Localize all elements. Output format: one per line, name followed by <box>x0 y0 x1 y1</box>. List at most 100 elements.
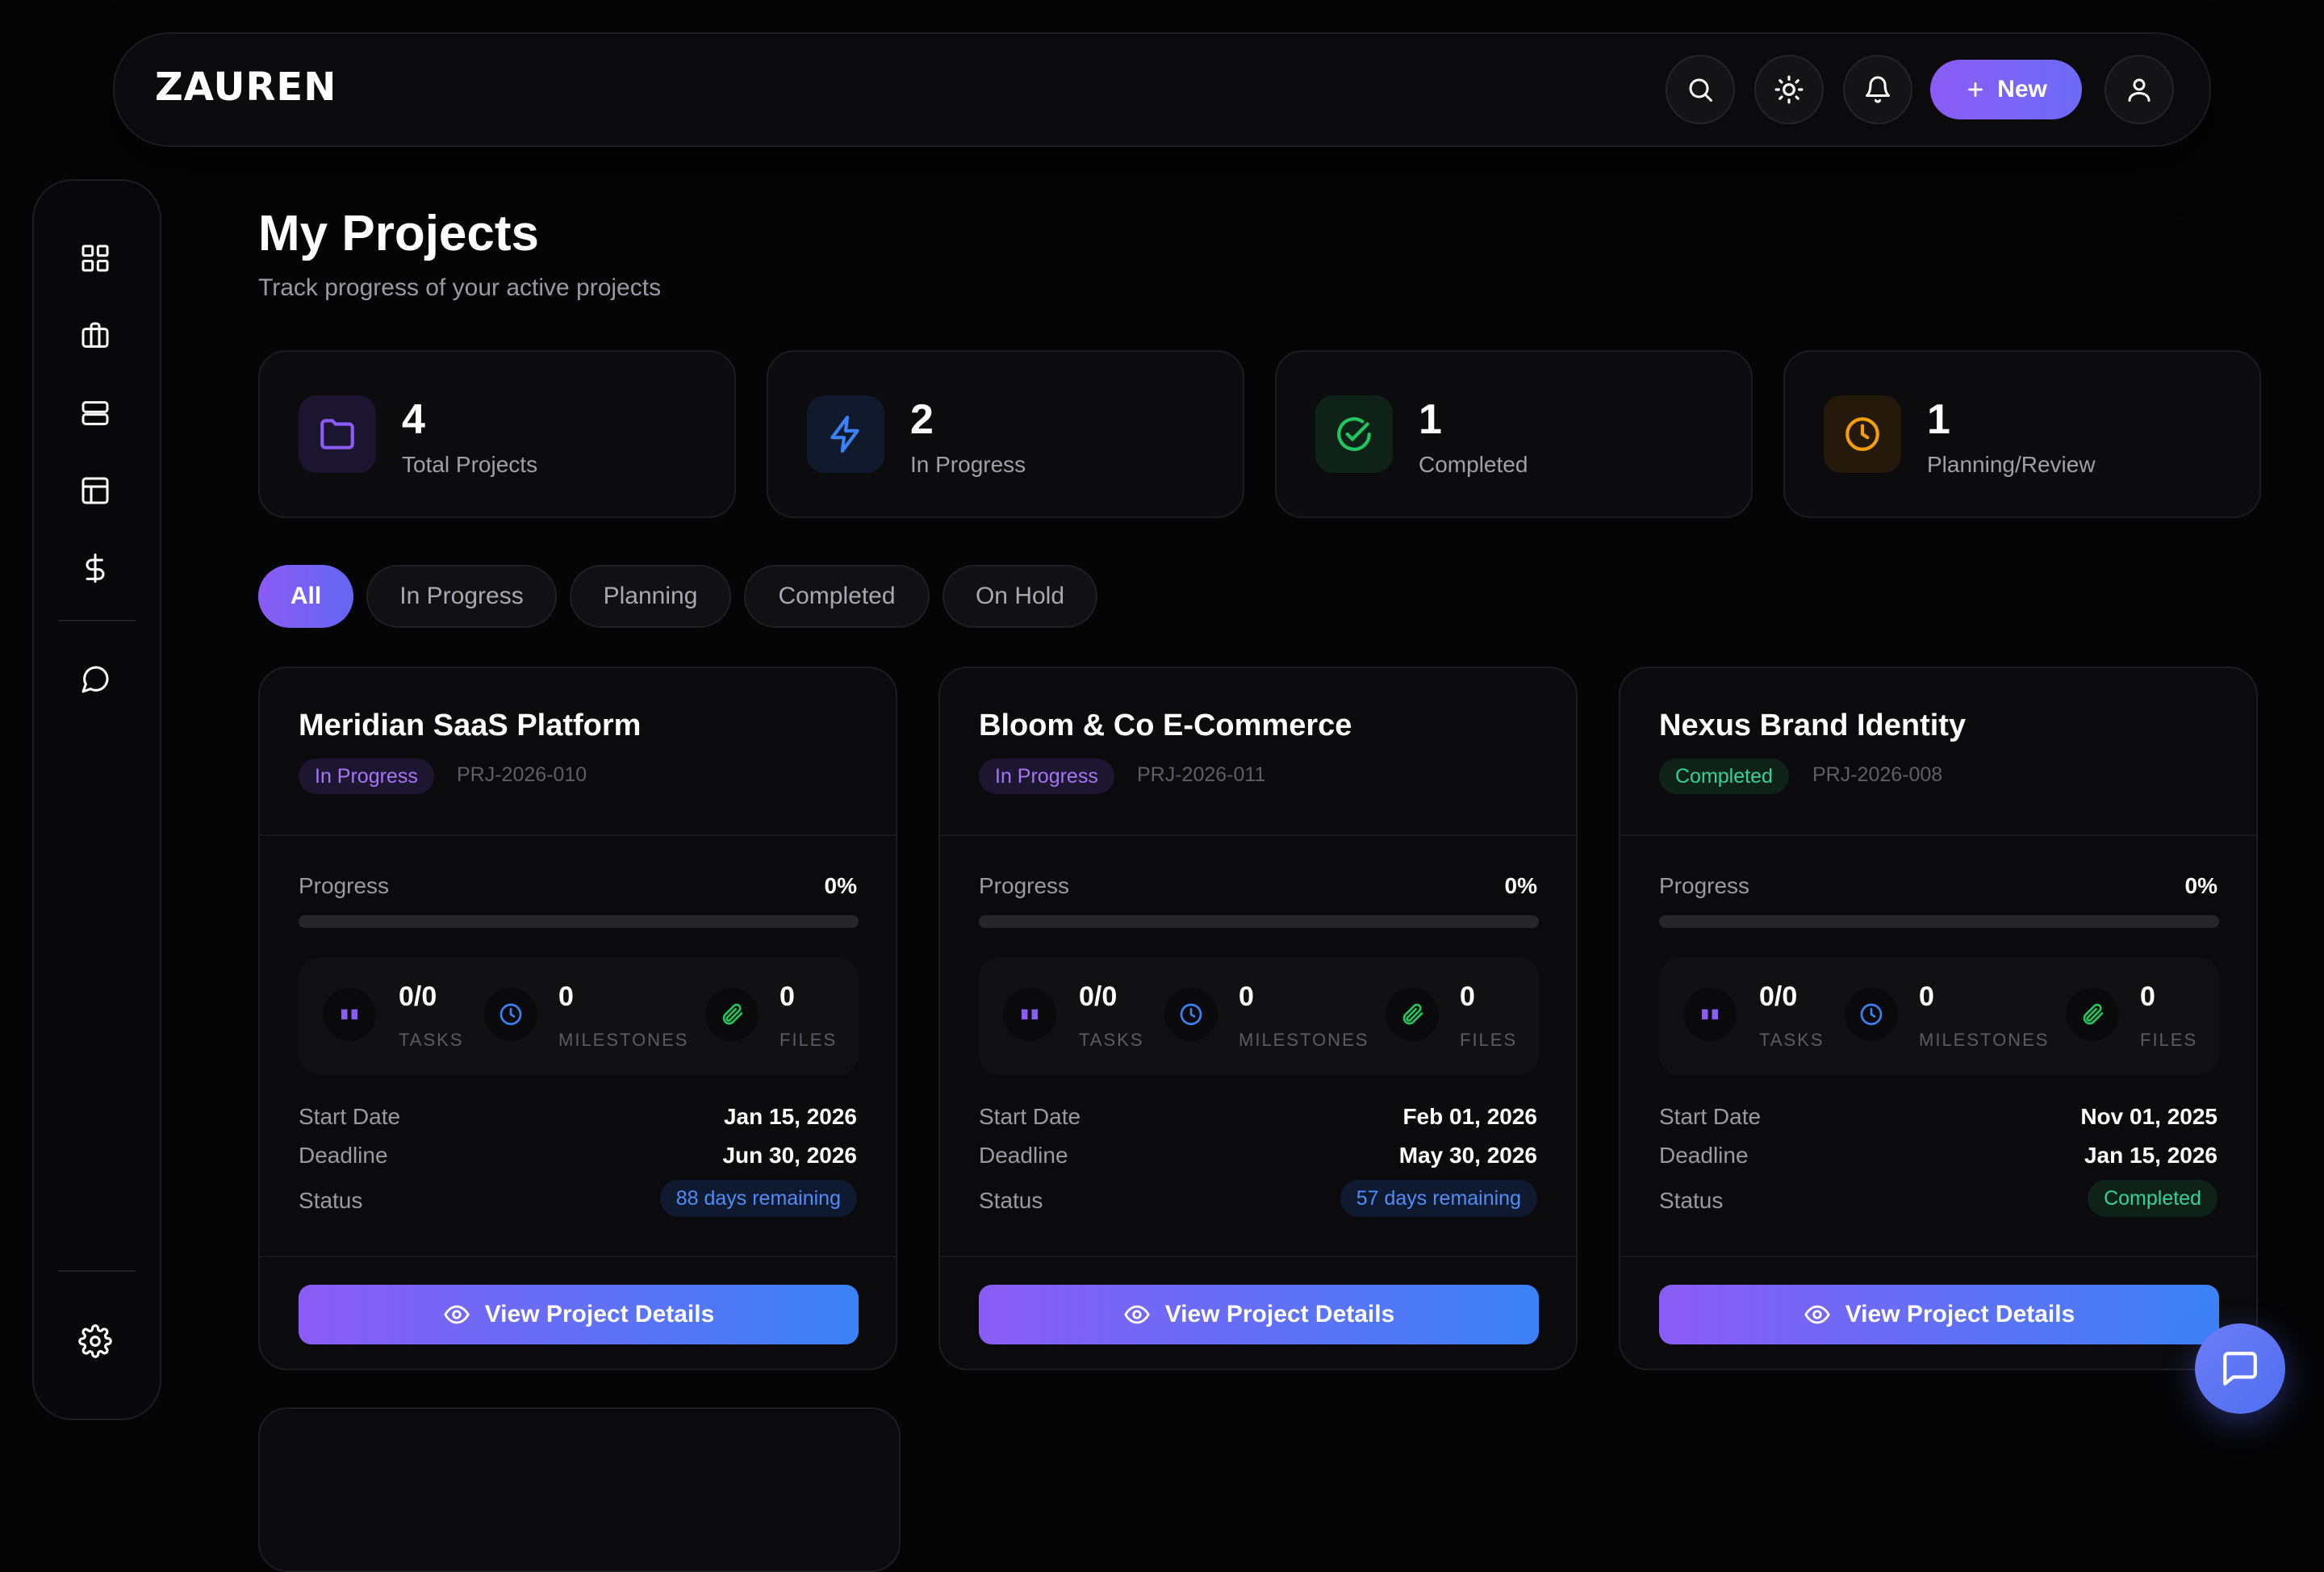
briefcase-icon <box>82 322 109 348</box>
layout-icon <box>82 477 109 504</box>
stat-label: Planning/Review <box>1927 452 2096 477</box>
notifications-button[interactable] <box>1843 55 1912 124</box>
stat-label: Completed <box>1419 452 1528 477</box>
profile-button[interactable] <box>2105 55 2174 124</box>
stat-card-in-progress: 2 In Progress <box>767 350 1244 518</box>
progress-label: Progress <box>1659 873 1750 898</box>
deadline-value: Jan 15, 2026 <box>2084 1143 2217 1168</box>
filter-on-hold[interactable]: On Hold <box>943 565 1097 628</box>
filter-in-progress[interactable]: In Progress <box>366 565 557 628</box>
sidebar-item-messages[interactable] <box>73 657 118 702</box>
start-date-label: Start Date <box>299 1104 401 1129</box>
eye-icon <box>1123 1305 1150 1324</box>
milestones-icon-wrap <box>484 988 537 1041</box>
project-card-partial <box>258 1407 901 1572</box>
project-metrics: 0/0 TASKS 0 MILESTONES 0 FILES <box>299 957 859 1075</box>
sidebar-item-dashboard[interactable] <box>73 236 118 281</box>
tasks-icon-wrap <box>1683 988 1737 1041</box>
days-remaining-badge: 57 days remaining <box>1340 1180 1537 1217</box>
tasks-value: 0/0 <box>1079 981 1118 1012</box>
sidebar-divider <box>58 1270 136 1272</box>
deadline-label: Deadline <box>1659 1143 1749 1168</box>
search-icon <box>1689 78 1712 102</box>
files-icon-wrap <box>1386 988 1439 1041</box>
tasks-icon <box>1702 1009 1718 1020</box>
stat-icon-wrap <box>807 395 884 473</box>
completed-status-badge: Completed <box>2088 1180 2217 1217</box>
start-date-value: Jan 15, 2026 <box>723 1104 857 1129</box>
progress-bar <box>299 915 859 928</box>
status-label: Status <box>979 1188 1043 1213</box>
milestones-label: MILESTONES <box>1239 1030 1369 1050</box>
sidebar-item-settings[interactable] <box>73 1319 118 1364</box>
search-button[interactable] <box>1666 55 1735 124</box>
view-project-details-button[interactable]: View Project Details <box>1659 1285 2219 1344</box>
sidebar-divider <box>58 620 136 621</box>
stat-label: Total Projects <box>402 452 538 477</box>
view-project-details-button[interactable]: View Project Details <box>299 1285 859 1344</box>
grid-icon <box>82 245 109 272</box>
files-label: FILES <box>1460 1030 1518 1050</box>
files-label: FILES <box>780 1030 838 1050</box>
app-logo[interactable]: ZAUREN <box>155 65 336 110</box>
dollar-icon <box>86 553 105 583</box>
stat-icon-wrap <box>1824 395 1901 473</box>
progress-bar <box>979 915 1539 928</box>
progress-value: 0% <box>824 873 857 898</box>
chat-fab-button[interactable] <box>2195 1323 2285 1414</box>
gear-icon <box>78 1324 112 1358</box>
card-divider <box>1620 834 2256 836</box>
view-project-details-button[interactable]: View Project Details <box>979 1285 1539 1344</box>
filter-all[interactable]: All <box>258 565 353 628</box>
stat-label: In Progress <box>910 452 1026 477</box>
start-date-value: Feb 01, 2026 <box>1402 1104 1537 1129</box>
theme-toggle-button[interactable] <box>1754 55 1824 124</box>
status-label: Status <box>1659 1188 1724 1213</box>
project-card: Meridian SaaS Platform In Progress PRJ-2… <box>258 667 897 1370</box>
milestones-label: MILESTONES <box>1919 1030 2050 1050</box>
paperclip-icon <box>2083 1003 2104 1025</box>
stat-icon-wrap <box>1315 395 1393 473</box>
project-title: Meridian SaaS Platform <box>299 709 642 742</box>
page-subtitle: Track progress of your active projects <box>258 274 662 301</box>
status-badge: In Progress <box>299 759 434 794</box>
start-date-label: Start Date <box>1659 1104 1762 1129</box>
sidebar-item-billing[interactable] <box>73 546 118 591</box>
tasks-value: 0/0 <box>1759 981 1798 1012</box>
filter-completed[interactable]: Completed <box>744 565 930 628</box>
progress-value: 0% <box>1504 873 1537 898</box>
status-badge: Completed <box>1659 759 1789 794</box>
days-remaining-badge: 88 days remaining <box>659 1180 857 1217</box>
tasks-value: 0/0 <box>399 981 437 1012</box>
project-title: Nexus Brand Identity <box>1659 709 1967 742</box>
files-icon-wrap <box>705 988 759 1041</box>
deadline-label: Deadline <box>299 1143 388 1168</box>
filter-planning[interactable]: Planning <box>570 565 731 628</box>
sidebar-item-layout[interactable] <box>73 468 118 513</box>
milestones-icon-wrap <box>1845 988 1898 1041</box>
stat-value: 1 <box>1927 396 1950 443</box>
new-button[interactable]: New <box>1930 60 2082 119</box>
tasks-label: TASKS <box>1079 1030 1144 1050</box>
user-icon <box>2128 78 2151 102</box>
milestones-label: MILESTONES <box>558 1030 689 1050</box>
view-project-details-label: View Project Details <box>1164 1301 1395 1327</box>
project-metrics: 0/0 TASKS 0 MILESTONES 0 FILES <box>979 957 1539 1075</box>
clock-icon <box>1845 417 1879 451</box>
top-navbar: ZAUREN New <box>113 32 2211 147</box>
sidebar-item-servers[interactable] <box>73 391 118 436</box>
files-value: 0 <box>2140 981 2155 1012</box>
check-circle-icon <box>1337 417 1371 451</box>
deadline-label: Deadline <box>979 1143 1068 1168</box>
view-project-details-label: View Project Details <box>1845 1301 2075 1327</box>
progress-label: Progress <box>299 873 390 898</box>
sidebar-item-projects[interactable] <box>73 313 118 358</box>
folder-icon <box>320 419 354 449</box>
tasks-icon <box>341 1009 357 1020</box>
deadline-value: May 30, 2026 <box>1398 1143 1537 1168</box>
progress-label: Progress <box>979 873 1070 898</box>
stat-icon-wrap <box>299 395 376 473</box>
stat-card-total: 4 Total Projects <box>258 350 736 518</box>
page-title: My Projects <box>258 206 540 261</box>
tasks-icon-wrap <box>1003 988 1056 1041</box>
